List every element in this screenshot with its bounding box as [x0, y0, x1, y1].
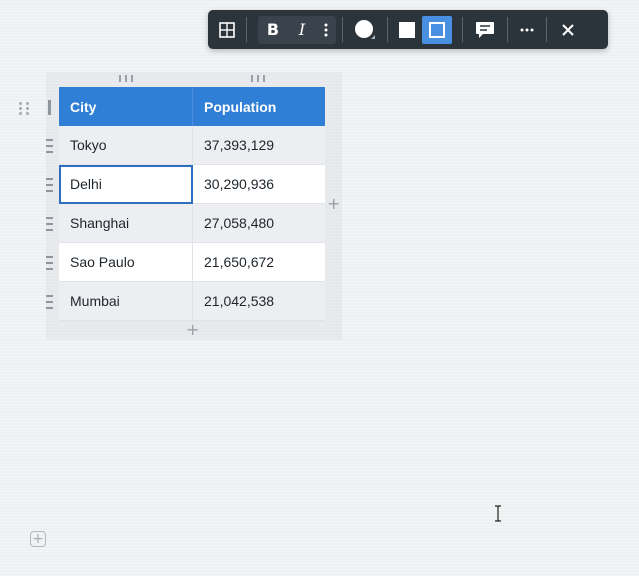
row-handle[interactable]	[46, 256, 53, 270]
header-population[interactable]: Population	[192, 87, 325, 126]
toolbar-separator	[387, 17, 388, 42]
table-header-row: City Population	[59, 87, 325, 126]
editor-canvas: B I City Population Tokyo 37,393,129 Del…	[0, 0, 639, 576]
row-handle[interactable]	[46, 178, 53, 192]
circle-color-icon	[355, 19, 375, 39]
cell-city[interactable]: Sao Paulo	[59, 242, 193, 282]
square-fill-icon	[399, 21, 415, 38]
table-grid-button[interactable]	[208, 16, 246, 44]
cell-population[interactable]: 37,393,129	[192, 126, 325, 165]
row-handle[interactable]	[46, 295, 53, 309]
more-format-button[interactable]	[316, 16, 336, 44]
table-row: Delhi 30,290,936	[59, 164, 325, 204]
cell-population[interactable]: 27,058,480	[192, 203, 325, 243]
cell-city[interactable]: Shanghai	[59, 203, 193, 243]
block-drag-handle-icon[interactable]	[19, 102, 29, 115]
table-row: Shanghai 27,058,480	[59, 203, 325, 243]
horizontal-ellipsis-icon	[520, 28, 534, 31]
vertical-ellipsis-icon	[324, 23, 328, 36]
more-options-button[interactable]	[508, 16, 546, 44]
fill-group	[392, 15, 452, 44]
bold-button[interactable]: B	[258, 16, 288, 44]
add-column-button[interactable]: +	[327, 196, 340, 212]
border-button[interactable]	[422, 15, 452, 44]
comment-icon	[476, 21, 494, 38]
cell-city[interactable]: Mumbai	[59, 281, 193, 321]
toolbar-separator	[246, 17, 247, 42]
close-toolbar-button[interactable]	[547, 16, 589, 44]
header-city[interactable]: City	[59, 87, 193, 126]
cell-city[interactable]: Tokyo	[59, 126, 193, 165]
italic-button[interactable]: I	[288, 16, 316, 44]
column-handle-population[interactable]	[251, 75, 265, 82]
text-color-button[interactable]	[343, 16, 387, 44]
comment-button[interactable]	[463, 16, 507, 44]
text-cursor-icon	[495, 505, 501, 522]
text-format-group: B I	[258, 15, 336, 44]
row-handle[interactable]	[46, 139, 53, 153]
table-row: Tokyo 37,393,129	[59, 126, 325, 165]
table-grid-icon	[219, 21, 235, 38]
column-handle-city[interactable]	[119, 75, 133, 82]
cell-population[interactable]: 30,290,936	[192, 164, 325, 204]
row-handle[interactable]	[46, 217, 53, 231]
add-row-button[interactable]: +	[186, 322, 199, 338]
close-icon	[562, 23, 574, 36]
table-toolbar: B I	[208, 10, 608, 49]
cell-city-selected[interactable]: Delhi	[59, 164, 193, 204]
background-fill-button[interactable]	[392, 16, 422, 44]
square-border-icon	[429, 21, 445, 38]
cell-population[interactable]: 21,650,672	[192, 242, 325, 282]
add-block-button[interactable]: +	[30, 531, 46, 547]
header-row-handle[interactable]	[48, 100, 51, 115]
table-row: Mumbai 21,042,538	[59, 281, 325, 321]
data-table: City Population Tokyo 37,393,129 Delhi 3…	[59, 87, 325, 321]
table-row: Sao Paulo 21,650,672	[59, 242, 325, 282]
cell-population[interactable]: 21,042,538	[192, 281, 325, 321]
